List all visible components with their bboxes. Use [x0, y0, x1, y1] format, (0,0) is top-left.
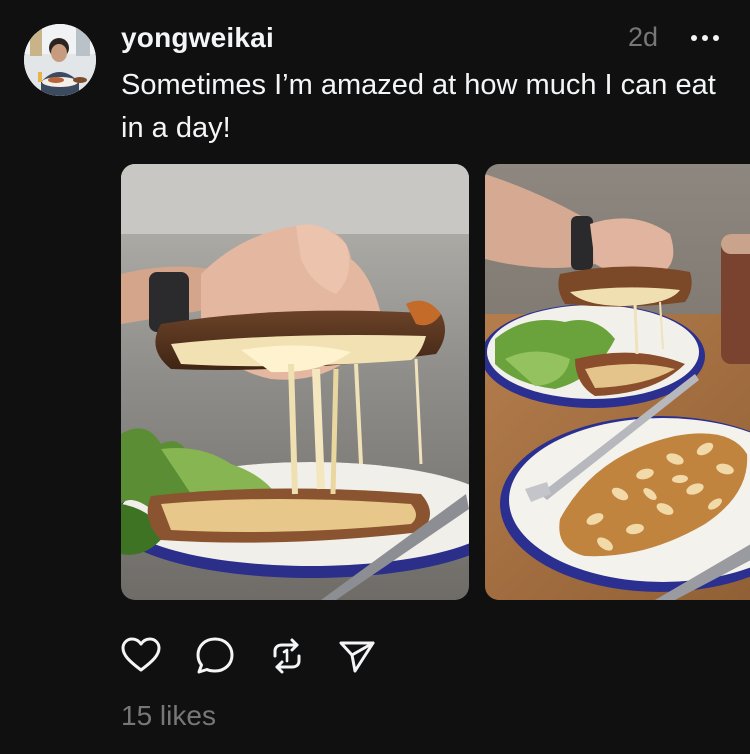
- comment-icon[interactable]: [193, 634, 237, 678]
- avatar[interactable]: [24, 24, 96, 96]
- more-horizontal-icon[interactable]: [688, 28, 722, 48]
- media-carousel[interactable]: [121, 164, 750, 600]
- post-time: 2d: [628, 22, 659, 52]
- heart-icon[interactable]: [119, 634, 163, 678]
- thread-post: yongweikai 2d Sometimes I’m amazed at ho…: [0, 0, 750, 754]
- post-photo-plates[interactable]: [485, 164, 750, 600]
- post-caption: Sometimes I’m amazed at how much I can e…: [121, 69, 716, 144]
- send-icon[interactable]: [335, 634, 379, 678]
- likes-count[interactable]: 15 likes: [121, 700, 216, 732]
- repost-icon[interactable]: [265, 634, 309, 678]
- username[interactable]: yongweikai: [121, 22, 274, 54]
- post-photo-sandwich[interactable]: [121, 164, 469, 600]
